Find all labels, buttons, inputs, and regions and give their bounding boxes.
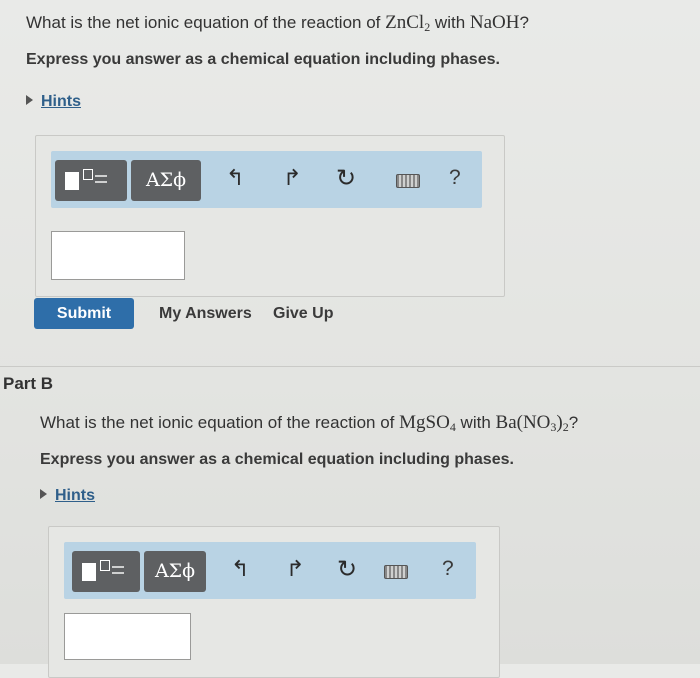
part-a-answer-panel: ΑΣϕ ↰ ↱ ↻ ? [35, 135, 505, 297]
part-a-hints-link[interactable]: Hints [26, 93, 81, 111]
hints-label: Hints [55, 487, 95, 504]
part-a-answer-input[interactable] [51, 231, 185, 280]
template-icon[interactable] [72, 551, 140, 592]
reactant-2: NaOH [469, 12, 520, 33]
reactant-1: MgSO4 [399, 412, 456, 433]
undo-icon[interactable]: ↰ [231, 559, 249, 581]
question-mark: ? [568, 413, 579, 432]
reactant-2: Ba(NO3)2 [496, 412, 569, 433]
part-b-question: What is the net ionic equation of the re… [40, 412, 578, 434]
redo-icon[interactable]: ↱ [286, 559, 304, 581]
part-b-instruction: Express you answer as a chemical equatio… [40, 451, 514, 468]
greek-symbols-button[interactable]: ΑΣϕ [144, 551, 206, 592]
reactant-1-formula: MgSO [399, 412, 450, 433]
question-joiner: with [434, 13, 466, 32]
section-divider [0, 366, 700, 367]
reactant-1: ZnCl2 [385, 12, 430, 33]
redo-icon[interactable]: ↱ [283, 168, 301, 190]
reactant-1-formula: ZnCl [385, 12, 425, 33]
reactant-1-subscript: 2 [424, 20, 431, 34]
help-icon[interactable]: ? [449, 166, 461, 190]
expand-triangle-icon [26, 95, 33, 105]
question-text: What is the net ionic equation of the re… [26, 13, 381, 32]
help-icon[interactable]: ? [442, 557, 454, 581]
part-b-hints-link[interactable]: Hints [40, 487, 95, 505]
give-up-link[interactable]: Give Up [273, 305, 333, 323]
reactant-2-formula: Ba(NO [495, 412, 551, 433]
part-b-heading: Part B [3, 374, 54, 393]
expand-triangle-icon [40, 489, 47, 499]
part-b-math-toolbar: ΑΣϕ ↰ ↱ ↻ ? [64, 542, 476, 599]
question-mark: ? [519, 13, 529, 32]
hints-label: Hints [41, 93, 81, 110]
part-b-answer-panel: ΑΣϕ ↰ ↱ ↻ ? [48, 526, 500, 678]
question-joiner: with [460, 413, 491, 432]
part-a-math-toolbar: ΑΣϕ ↰ ↱ ↻ ? [51, 151, 482, 208]
part-a-question: What is the net ionic equation of the re… [26, 12, 529, 34]
question-text: What is the net ionic equation of the re… [40, 413, 395, 432]
reset-icon[interactable]: ↻ [337, 557, 357, 581]
part-a-instruction: Express you answer as a chemical equatio… [26, 51, 500, 68]
reactant-1-subscript: 4 [449, 420, 456, 434]
submit-button[interactable]: Submit [34, 298, 134, 329]
reset-icon[interactable]: ↻ [336, 166, 356, 190]
undo-icon[interactable]: ↰ [226, 168, 244, 190]
template-icon[interactable] [55, 160, 127, 201]
my-answers-link[interactable]: My Answers [159, 305, 252, 323]
keyboard-icon[interactable] [384, 565, 408, 579]
keyboard-icon[interactable] [396, 174, 420, 188]
greek-symbols-button[interactable]: ΑΣϕ [131, 160, 201, 201]
part-b-answer-input[interactable] [64, 613, 191, 660]
